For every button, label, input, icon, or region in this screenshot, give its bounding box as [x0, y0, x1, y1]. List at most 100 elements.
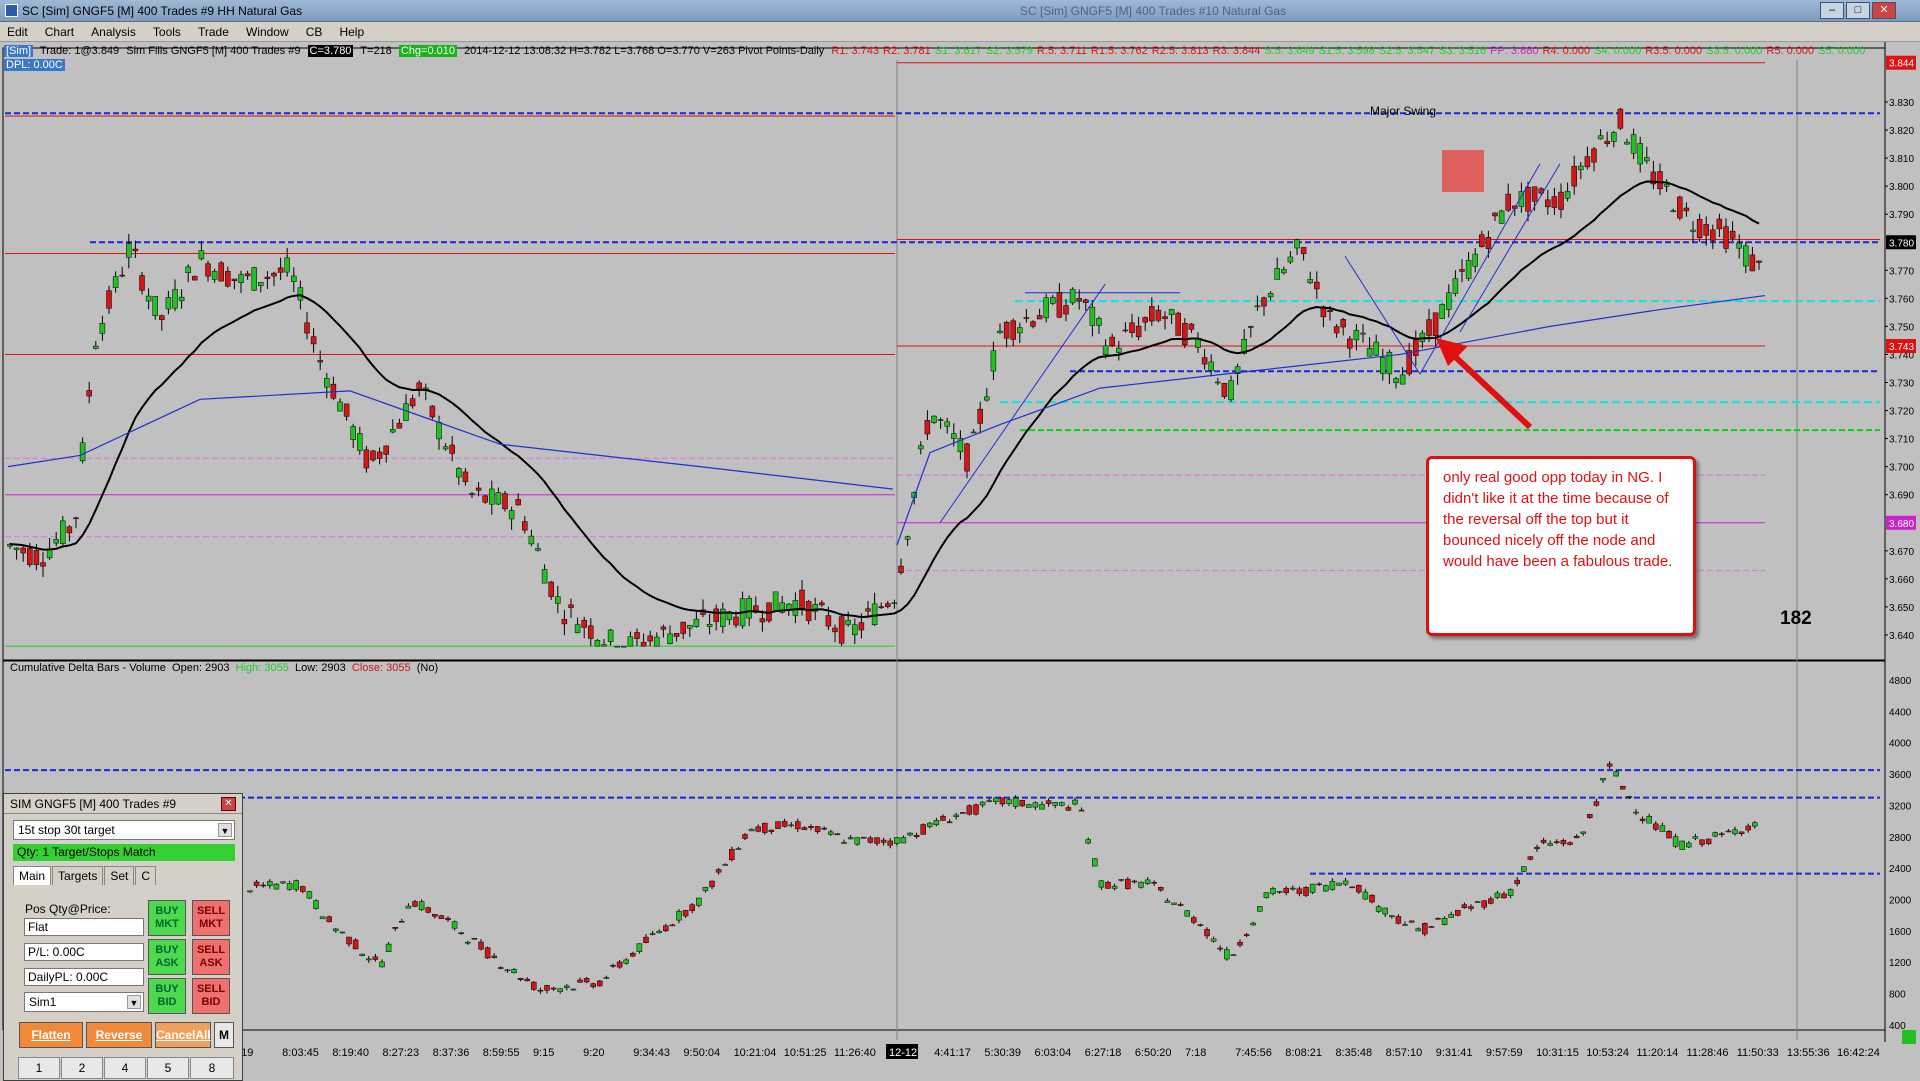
delta-bar	[874, 837, 880, 844]
delta-bar	[1560, 840, 1567, 845]
candle-body	[1604, 140, 1610, 145]
candle-body	[370, 450, 376, 461]
tab-main[interactable]: Main	[13, 866, 52, 885]
tab-set[interactable]: Set	[104, 866, 135, 885]
dpl-value: DPL: 0.00C	[4, 59, 65, 71]
close-value: C=3.780	[307, 45, 354, 57]
delta-bar	[1507, 889, 1514, 896]
candle-body	[363, 449, 370, 469]
menu-trade[interactable]: Trade	[191, 22, 236, 42]
panel-close-icon[interactable]: ✕	[221, 797, 236, 811]
sell-ask-button[interactable]: SELL ASK	[192, 939, 230, 975]
window-titlebar[interactable]: SC [Sim] GNGF5 [M] 400 Trades #9 HH Natu…	[0, 0, 1920, 22]
delta-bar	[1705, 838, 1712, 845]
m-button[interactable]: M	[214, 1022, 234, 1048]
candle-body	[271, 272, 277, 277]
time-axis-label: 16:42:24	[1837, 1047, 1880, 1059]
delta-bar	[1679, 840, 1685, 850]
delta-bar	[326, 916, 332, 923]
close-button[interactable]: ✕	[1872, 2, 1896, 19]
menu-cb[interactable]: CB	[299, 22, 330, 42]
delta-bar	[1217, 947, 1223, 950]
delta-bar	[1276, 891, 1283, 893]
delta-bar	[986, 800, 992, 802]
delta-axis-label: 3200	[1889, 801, 1912, 812]
qty-button-5[interactable]: 5	[147, 1057, 189, 1079]
time-axis-label: 9:15	[533, 1047, 554, 1059]
time-axis-label: 11:28:46	[1687, 1047, 1729, 1059]
delta-bar	[834, 833, 841, 836]
menu-edit[interactable]: Edit	[0, 22, 35, 42]
panel-title[interactable]: SIM GNGF5 [M] 400 Trades #9 ✕	[4, 794, 242, 814]
delta-bar	[689, 904, 695, 911]
qty-button-2[interactable]: 2	[61, 1057, 103, 1079]
menu-analysis[interactable]: Analysis	[84, 22, 143, 42]
delta-bar	[1514, 879, 1520, 884]
candle-body	[86, 390, 92, 397]
delta-bar	[1626, 796, 1633, 798]
qty-button-8[interactable]: 8	[190, 1057, 234, 1079]
delta-bar	[333, 928, 339, 932]
sell-bid-button[interactable]: SELL BID	[192, 978, 230, 1014]
candle-body	[1591, 148, 1597, 163]
time-axis-label: 10:21:04	[734, 1047, 777, 1059]
tab-c[interactable]: C	[135, 866, 157, 885]
candle-body	[1723, 226, 1729, 249]
menu-window[interactable]: Window	[239, 22, 296, 42]
delta-bar	[1441, 917, 1448, 925]
account-select[interactable]: Sim1 ▼	[24, 992, 144, 1012]
menu-chart[interactable]: Chart	[38, 22, 81, 42]
candle-body	[1703, 224, 1709, 236]
delta-bar	[623, 959, 629, 964]
delta-bar	[1422, 923, 1428, 935]
delta-bar	[1032, 802, 1039, 808]
delta-bar	[1666, 831, 1672, 839]
delta-bar	[286, 883, 293, 890]
qty-button-1[interactable]: 1	[18, 1057, 60, 1079]
delta-bar	[610, 964, 616, 967]
delta-bar	[1316, 883, 1322, 886]
price-axis-label: 3.730	[1889, 379, 1914, 390]
candle-body	[1426, 319, 1432, 336]
buy-bid-button[interactable]: BUY BID	[148, 978, 186, 1014]
qty-button-4[interactable]: 4	[104, 1057, 146, 1079]
candle-body	[885, 603, 891, 607]
candle-body	[944, 421, 950, 427]
cancel-all-button[interactable]: CancelAll	[155, 1022, 211, 1048]
candle-body	[1333, 326, 1340, 334]
pivot-label: R3: 3.844	[1212, 45, 1261, 57]
maximize-button[interactable]: □	[1846, 2, 1870, 19]
minimize-button[interactable]: –	[1820, 2, 1844, 19]
candle-body	[581, 619, 587, 628]
reverse-button[interactable]: Reverse	[86, 1022, 152, 1048]
candle-body	[132, 248, 139, 252]
candle-body	[390, 429, 396, 433]
candle-body	[238, 274, 244, 283]
delta-bar	[781, 820, 788, 827]
candle-body	[1254, 305, 1261, 308]
price-axis-tag-label: 3.680	[1889, 519, 1914, 530]
candle-body	[1122, 329, 1129, 332]
delta-bar	[385, 943, 392, 952]
delta-bar	[775, 821, 781, 829]
delta-bar	[1613, 771, 1619, 777]
menu-tools[interactable]: Tools	[146, 22, 188, 42]
subgraph-flag: (No)	[416, 662, 439, 674]
buy-ask-button[interactable]: BUY ASK	[148, 939, 186, 975]
strategy-select[interactable]: 15t stop 30t target ▼	[13, 820, 235, 840]
candle-body	[79, 442, 86, 462]
delta-bar	[1138, 881, 1144, 888]
candle-body	[106, 290, 112, 309]
candle-body	[838, 616, 845, 644]
pivot-label: R.5: 3.711	[1036, 45, 1087, 57]
sell-market-button[interactable]: SELL MKT	[192, 900, 230, 936]
delta-bar	[1078, 809, 1085, 812]
delta-bar	[979, 801, 986, 806]
menu-help[interactable]: Help	[332, 22, 371, 42]
buy-market-button[interactable]: BUY MKT	[148, 900, 186, 936]
delta-bar	[1646, 815, 1652, 824]
flatten-button[interactable]: Flatten	[19, 1022, 83, 1048]
candle-body	[1208, 361, 1214, 371]
delta-bar	[927, 822, 933, 827]
tab-targets[interactable]: Targets	[52, 866, 104, 885]
